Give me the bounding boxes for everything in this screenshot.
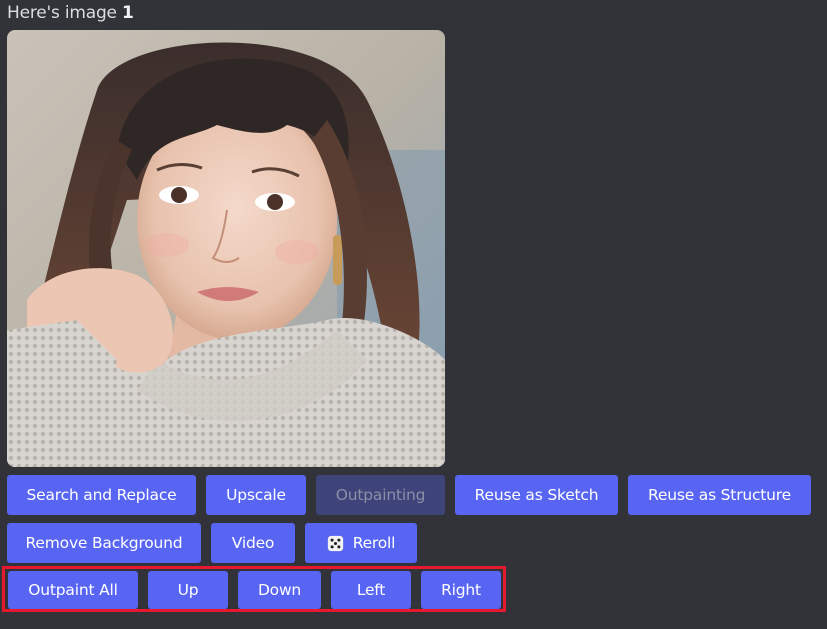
outpaint-up-button[interactable]: Up [148,571,228,609]
image-number: 1 [122,3,134,23]
remove-background-button[interactable]: Remove Background [7,523,201,563]
search-and-replace-button[interactable]: Search and Replace [7,475,196,515]
outpaint-right-button[interactable]: Right [421,571,501,609]
portrait-image [7,30,445,467]
reuse-as-structure-button[interactable]: Reuse as Structure [628,475,811,515]
dice-icon [327,535,343,551]
reuse-as-sketch-button[interactable]: Reuse as Sketch [455,475,618,515]
message-caption: Here's image 1 [7,0,822,28]
generated-image[interactable] [7,30,445,467]
outpainting-button: Outpainting [316,475,445,515]
action-row-1: Search and Replace Upscale Outpainting R… [7,475,822,515]
outpaint-all-button[interactable]: Outpaint All [8,571,138,609]
reroll-button[interactable]: Reroll [305,523,417,563]
outpaint-row: Outpaint All Up Down Left Right [8,571,501,609]
bot-message: Here's image 1 Search and Replace Upscal… [7,0,822,571]
outpaint-left-button[interactable]: Left [331,571,411,609]
action-row-2: Remove Background Video Reroll [7,523,822,563]
caption-text: Here's image [7,3,117,23]
upscale-button[interactable]: Upscale [206,475,306,515]
reroll-label: Reroll [352,534,396,552]
video-button[interactable]: Video [211,523,295,563]
outpaint-down-button[interactable]: Down [238,571,321,609]
